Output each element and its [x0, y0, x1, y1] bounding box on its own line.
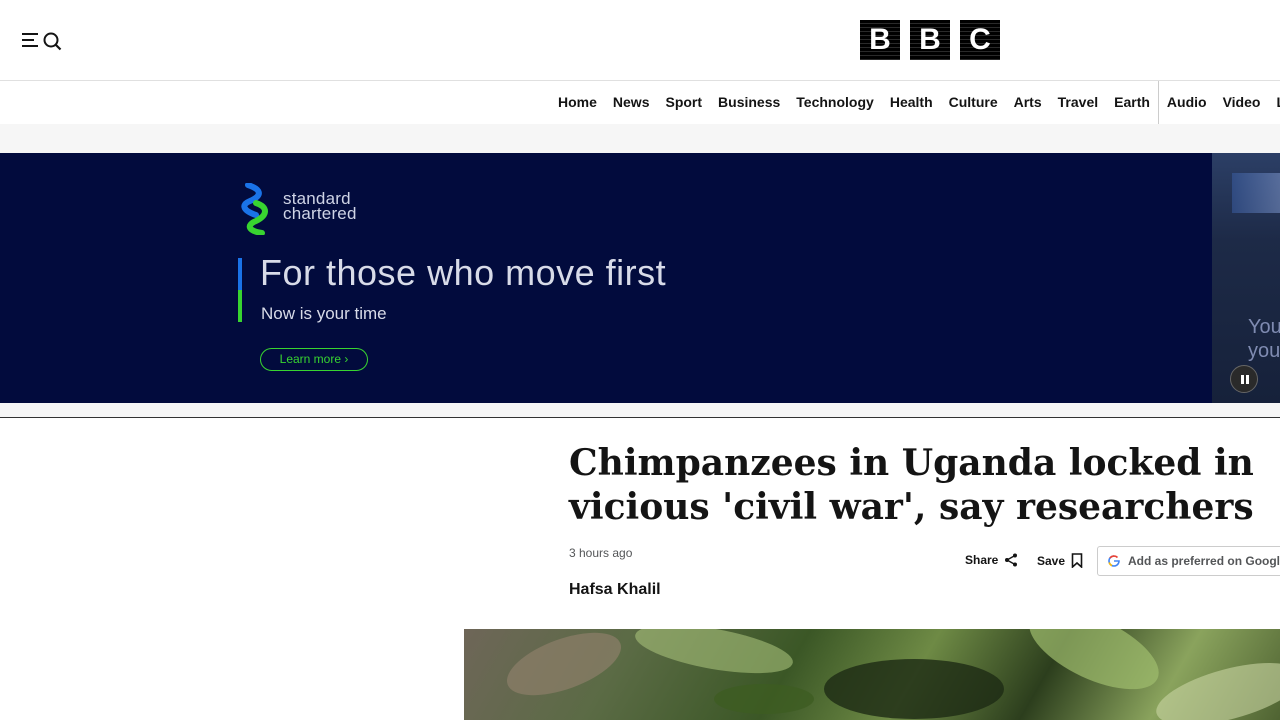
logo-letter: C: [969, 23, 991, 56]
menu-icon[interactable]: [22, 29, 42, 51]
nav-item-audio[interactable]: Audio: [1157, 81, 1215, 124]
nav-item-business[interactable]: Business: [710, 81, 788, 124]
ad-subline: Now is your time: [261, 304, 387, 323]
share-label: Share: [965, 553, 999, 567]
site-header: B B C: [0, 0, 1280, 80]
save-label: Save: [1037, 553, 1066, 568]
nav-item-culture[interactable]: Culture: [941, 81, 1006, 124]
logo-block: C: [960, 20, 1000, 60]
nav-item-live[interactable]: Live: [1268, 81, 1280, 124]
ad-side-text-line: You: [1248, 316, 1280, 338]
ad-bottom-spacer: [0, 403, 1280, 418]
ad-side-logo-icon: [1232, 173, 1280, 213]
bbc-logo[interactable]: B B C: [860, 20, 1000, 60]
nav-item-earth[interactable]: Earth: [1106, 81, 1158, 124]
nav-item-arts[interactable]: Arts: [1006, 81, 1050, 124]
ad-learn-more-button[interactable]: Learn more ›: [260, 348, 368, 371]
share-icon: [1005, 553, 1018, 567]
ad-brand-name: standard chartered: [283, 190, 393, 223]
nav-item-health[interactable]: Health: [882, 81, 941, 124]
ad-top-spacer: [0, 124, 1280, 153]
preferred-label: Add as preferred on Google: [1128, 554, 1280, 568]
main-navigation: Home News Sport Business Technology Heal…: [0, 80, 1280, 125]
ad-side-text: You you: [1248, 315, 1280, 363]
share-button[interactable]: Share: [965, 553, 1018, 567]
search-icon[interactable]: [42, 30, 64, 52]
article-timestamp: 3 hours ago: [569, 546, 633, 560]
ad-headline: For those who move first: [260, 252, 667, 293]
save-button[interactable]: Save: [1037, 553, 1083, 568]
article-author: Hafsa Khalil: [569, 581, 661, 598]
ad-side-text-line: you: [1248, 340, 1280, 362]
bookmark-icon: [1071, 553, 1083, 568]
add-preferred-google-button[interactable]: Add as preferred on Google: [1097, 546, 1280, 576]
pause-icon[interactable]: [1230, 365, 1258, 393]
nav-item-technology[interactable]: Technology: [788, 81, 882, 124]
nav-item-news[interactable]: News: [605, 81, 658, 124]
standard-chartered-logo-icon: [241, 183, 268, 235]
ad-brand-line: chartered: [283, 204, 357, 223]
article-headline: Chimpanzees in Uganda locked in vicious …: [569, 442, 1254, 528]
nav-item-sport[interactable]: Sport: [657, 81, 710, 124]
google-icon: [1108, 555, 1120, 567]
nav-item-travel[interactable]: Travel: [1050, 81, 1106, 124]
nav-item-home[interactable]: Home: [550, 81, 605, 124]
logo-letter: B: [869, 23, 891, 56]
ad-accent-bar: [238, 258, 242, 322]
article-hero-image: [464, 629, 1280, 720]
logo-block: B: [860, 20, 900, 60]
nav-item-video[interactable]: Video: [1215, 81, 1269, 124]
logo-block: B: [910, 20, 950, 60]
logo-letter: B: [919, 23, 941, 56]
